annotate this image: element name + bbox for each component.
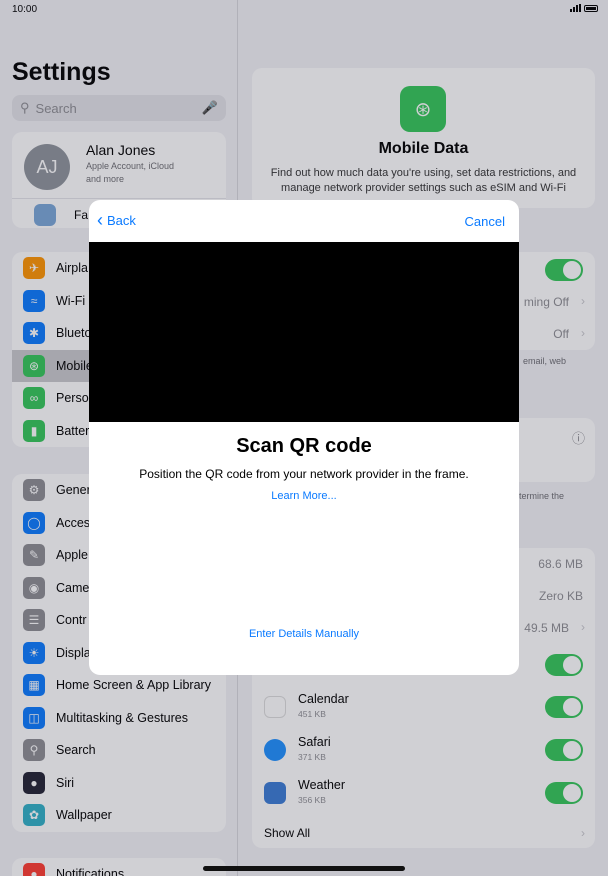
modal-description: Position the QR code from your network p… <box>139 467 469 481</box>
cancel-button[interactable]: Cancel <box>465 214 505 229</box>
learn-more-link[interactable]: Learn More... <box>89 490 519 502</box>
scan-qr-modal: ‹ Back Cancel Scan QR code Position the … <box>89 200 519 675</box>
camera-viewfinder <box>89 242 519 422</box>
modal-title: Scan QR code <box>236 435 372 457</box>
back-button[interactable]: ‹ Back <box>97 210 136 230</box>
enter-details-manually-link[interactable]: Enter Details Manually <box>89 628 519 640</box>
chevron-left-icon: ‹ <box>97 210 103 230</box>
back-label: Back <box>107 213 136 228</box>
modal-navbar: ‹ Back Cancel <box>89 200 519 242</box>
home-indicator[interactable] <box>203 866 405 871</box>
